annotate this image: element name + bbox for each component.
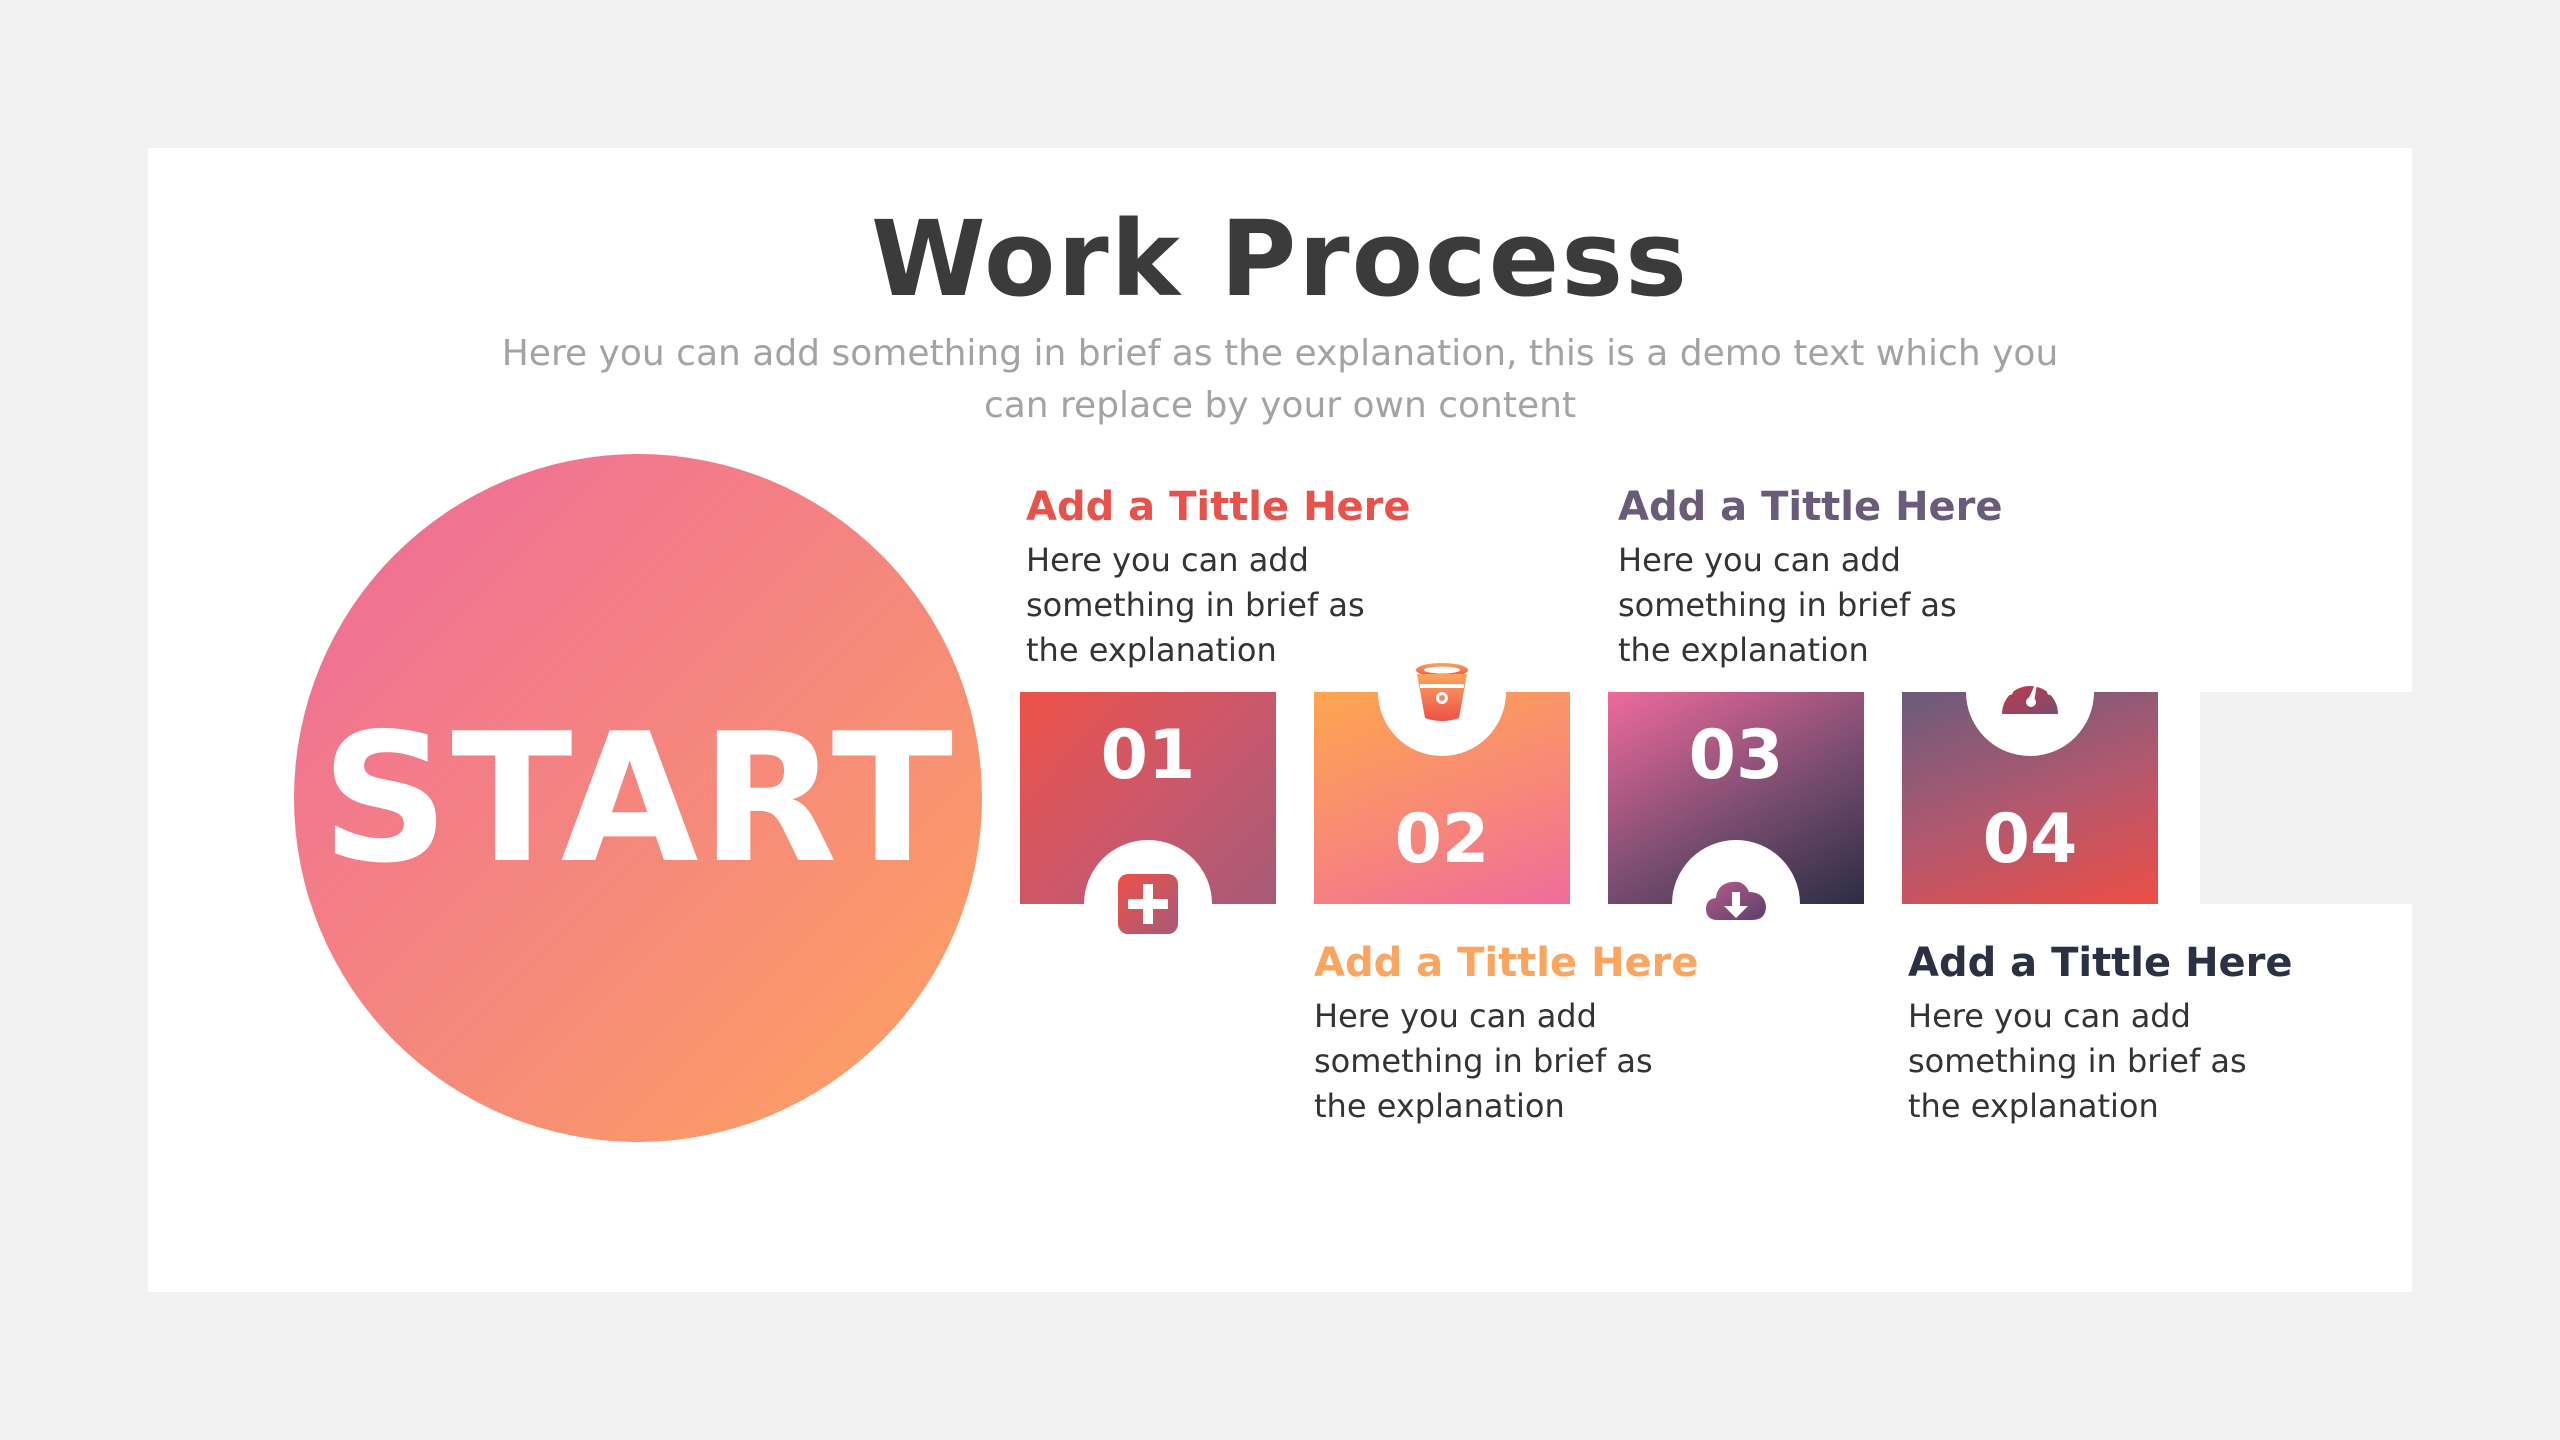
step-04-box: 04 [1902,692,2158,904]
start-label: START [320,694,956,902]
start-circle: START [294,454,982,1142]
step-03-number: 03 [1688,716,1784,795]
step-02-text: Here you can add something in brief as t… [1314,997,1653,1125]
step-01-number: 01 [1100,716,1196,795]
step-02-number: 02 [1394,800,1490,879]
cloud-download-icon [1704,868,1768,932]
step-01-text: Here you can add something in brief as t… [1026,541,1365,669]
connector-band [2200,692,2412,904]
speedometer-icon [1998,656,2062,720]
step-04-text: Here you can add something in brief as t… [1908,997,2247,1125]
plus-square-icon [1116,872,1180,936]
step-04-number: 04 [1982,800,2078,879]
step-04-title: Add a Tittle Here [1908,940,2293,986]
step-02-title: Add a Tittle Here [1314,940,1699,986]
page-subtitle: Here you can add something in brief as t… [501,333,2059,426]
step-03-title: Add a Tittle Here [1618,484,2003,530]
step-01-title: Add a Tittle Here [1026,484,1411,530]
bucket-icon [1410,660,1474,724]
step-03-text: Here you can add something in brief as t… [1618,541,1957,669]
page-title: Work Process [870,198,1690,320]
